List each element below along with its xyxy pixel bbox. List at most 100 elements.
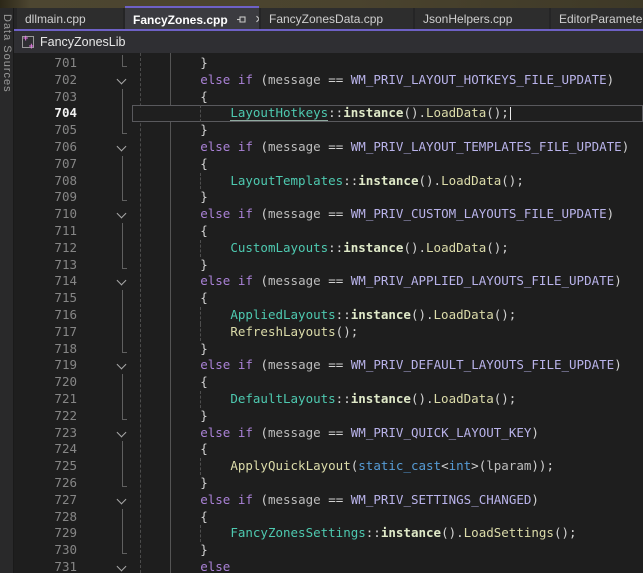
close-icon[interactable]: ✕ [255,13,259,26]
fold-extent-line [122,341,127,353]
line-number[interactable]: 716 [14,307,77,324]
code-line[interactable]: 725 ApplyQuickLayout(static_cast<int>(lp… [14,458,643,475]
line-number[interactable]: 730 [14,542,77,559]
line-number[interactable]: 710 [14,206,77,223]
line-number[interactable]: 724 [14,441,77,458]
code-line[interactable]: 721 DefaultLayouts::instance().LoadData(… [14,391,643,408]
line-number[interactable]: 701 [14,55,77,72]
line-number[interactable]: 731 [14,559,77,573]
code-line[interactable]: 709 } [14,189,643,206]
code-line[interactable]: 716 AppliedLayouts::instance().LoadData(… [14,307,643,324]
code-text: else if (message == WM_PRIV_LAYOUT_TEMPL… [140,139,629,156]
line-number[interactable]: 728 [14,509,77,526]
line-number[interactable]: 722 [14,408,77,425]
code-line[interactable]: 717 RefreshLayouts(); [14,324,643,341]
code-line[interactable]: 723 else if (message == WM_PRIV_QUICK_LA… [14,425,643,442]
code-line[interactable]: 702 else if (message == WM_PRIV_LAYOUT_H… [14,72,643,89]
code-line[interactable]: 708 LayoutTemplates::instance().LoadData… [14,173,643,190]
code-text: { [140,509,208,526]
code-text: ApplyQuickLayout(static_cast<int>(lparam… [140,458,554,475]
code-line[interactable]: 720 { [14,374,643,391]
code-line[interactable]: 705 } [14,122,643,139]
code-text: else if (message == WM_PRIV_APPLIED_LAYO… [140,273,622,290]
code-line[interactable]: 727 else if (message == WM_PRIV_SETTINGS… [14,492,643,509]
code-line[interactable]: 730 } [14,542,643,559]
line-number[interactable]: 711 [14,223,77,240]
tab-fancyzones[interactable]: FancyZones.cpp ✕ [125,6,259,29]
tab-fancyzonesdata[interactable]: FancyZonesData.cpp [261,8,413,29]
tab-dllmain[interactable]: dllmain.cpp [17,8,123,29]
line-number[interactable]: 703 [14,89,77,106]
line-number[interactable]: 727 [14,492,77,509]
line-number[interactable]: 719 [14,357,77,374]
line-number[interactable]: 717 [14,324,77,341]
fold-extent-line [122,408,127,420]
code-editor[interactable]: 701 }702 else if (message == WM_PRIV_LAY… [14,53,643,573]
code-line[interactable]: 731 else [14,559,643,573]
line-number[interactable]: 725 [14,458,77,475]
line-number[interactable]: 712 [14,240,77,257]
code-line[interactable]: 728 { [14,509,643,526]
code-line[interactable]: 729 FancyZonesSettings::instance().LoadS… [14,525,643,542]
code-line[interactable]: 719 else if (message == WM_PRIV_DEFAULT_… [14,357,643,374]
code-line[interactable]: 703 { [14,89,643,106]
fold-chevron-icon[interactable] [117,276,127,286]
line-number[interactable]: 726 [14,475,77,492]
line-number[interactable]: 720 [14,374,77,391]
fold-chevron-icon[interactable] [117,427,127,437]
tab-jsonhelpers[interactable]: JsonHelpers.cpp [415,8,549,29]
line-number[interactable]: 709 [14,189,77,206]
tool-window-strip: Data Sources [0,8,14,573]
line-number[interactable]: 721 [14,391,77,408]
fold-extent-line [122,290,123,307]
code-line[interactable]: 704 LayoutHotkeys::instance().LoadData()… [14,105,643,122]
fold-extent-line [122,89,123,106]
code-line[interactable]: 722 } [14,408,643,425]
code-line[interactable]: 718 } [14,341,643,358]
code-line[interactable]: 724 { [14,441,643,458]
tab-editorparameters[interactable]: EditorParameters.cpp [551,8,643,29]
code-line[interactable]: 714 else if (message == WM_PRIV_APPLIED_… [14,273,643,290]
code-text: DefaultLayouts::instance().LoadData(); [140,391,516,408]
fold-chevron-icon[interactable] [117,561,127,571]
fold-extent-line [122,525,123,542]
line-number[interactable]: 707 [14,156,77,173]
fold-chevron-icon[interactable] [117,74,127,84]
code-text: else [140,559,230,573]
line-number[interactable]: 705 [14,122,77,139]
line-number[interactable]: 702 [14,72,77,89]
fold-extent-line [122,240,123,257]
line-number[interactable]: 713 [14,257,77,274]
line-number[interactable]: 704 [14,105,77,122]
code-line[interactable]: 713 } [14,257,643,274]
fold-chevron-icon[interactable] [117,142,127,152]
fold-extent-line [122,542,127,554]
code-text: else if (message == WM_PRIV_DEFAULT_LAYO… [140,357,622,374]
code-line[interactable]: 701 } [14,55,643,72]
code-line[interactable]: 726 } [14,475,643,492]
line-number[interactable]: 718 [14,341,77,358]
code-line[interactable]: 715 { [14,290,643,307]
line-number[interactable]: 714 [14,273,77,290]
line-number[interactable]: 706 [14,139,77,156]
code-line[interactable]: 706 else if (message == WM_PRIV_LAYOUT_T… [14,139,643,156]
fold-chevron-icon[interactable] [117,494,127,504]
code-line[interactable]: 710 else if (message == WM_PRIV_CUSTOM_L… [14,206,643,223]
fold-extent-line [122,458,123,475]
fold-extent-line [122,105,123,122]
fold-chevron-icon[interactable] [117,209,127,219]
fold-extent-line [122,441,123,458]
line-number[interactable]: 715 [14,290,77,307]
sidebar-item-data-sources[interactable]: Data Sources [1,8,13,93]
code-line[interactable]: 712 CustomLayouts::instance().LoadData()… [14,240,643,257]
fold-chevron-icon[interactable] [117,360,127,370]
code-line[interactable]: 707 { [14,156,643,173]
line-number[interactable]: 729 [14,525,77,542]
pin-icon[interactable] [236,14,247,25]
code-line[interactable]: 711 { [14,223,643,240]
fold-extent-line [122,391,123,408]
line-number[interactable]: 723 [14,425,77,442]
code-text: { [140,374,208,391]
breadcrumb-project[interactable]: FancyZonesLib [40,35,125,49]
line-number[interactable]: 708 [14,173,77,190]
